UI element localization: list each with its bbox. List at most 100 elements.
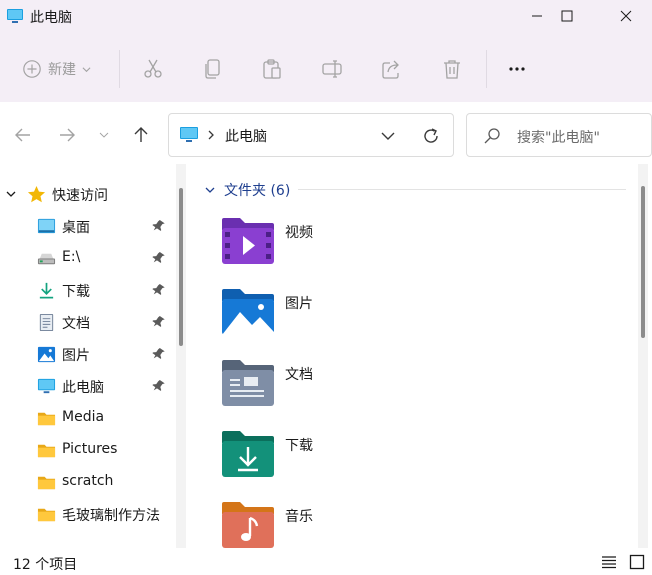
sidebar-item-label: 文档 [62, 316, 90, 332]
navigation-bar: 此电脑 搜索"此电脑" [0, 102, 652, 164]
folder-label: 文档 [285, 367, 313, 383]
minimize-icon [532, 15, 542, 17]
sidebar-item-this-pc[interactable]: 此电脑 [0, 370, 172, 402]
rename-button[interactable] [315, 52, 349, 86]
music-folder-icon [222, 502, 274, 548]
copy-icon [205, 59, 220, 79]
pictures-folder-icon [222, 289, 274, 335]
download-icon [39, 282, 54, 299]
rename-icon [322, 60, 342, 78]
folder-label: 视频 [285, 225, 313, 241]
sidebar-item-drive-e[interactable]: E:\ [0, 242, 172, 274]
pin-icon[interactable] [151, 251, 165, 265]
arrow-up-icon [134, 127, 148, 142]
sidebar-item-documents[interactable]: 文档 [0, 306, 172, 338]
close-icon [620, 10, 632, 22]
new-button-label: 新建 [48, 62, 76, 78]
paste-icon [263, 59, 281, 79]
copy-button[interactable] [195, 52, 229, 86]
search-box[interactable]: 搜索"此电脑" [466, 113, 652, 157]
folder-tile-music[interactable]: 音乐 [220, 500, 540, 548]
details-view-icon[interactable] [601, 554, 617, 570]
chevron-down-icon [205, 187, 215, 193]
window-title: 此电脑 [30, 10, 72, 26]
folder-tile-downloads[interactable]: 下载 [220, 429, 540, 489]
pin-icon[interactable] [151, 347, 165, 361]
sidebar-item-desktop[interactable]: 桌面 [0, 210, 172, 242]
pin-icon[interactable] [151, 219, 165, 233]
sidebar-item-scratch[interactable]: scratch [0, 466, 172, 498]
star-icon [27, 185, 46, 203]
sidebar-scrollbar[interactable] [176, 164, 186, 548]
refresh-icon[interactable] [421, 126, 441, 146]
content-pane: 文件夹 (6) 视频 图片 文档 下载 音乐 [190, 164, 652, 548]
more-button[interactable] [500, 52, 534, 86]
content-scrollbar[interactable] [638, 164, 648, 548]
chevron-down-icon[interactable] [5, 188, 17, 200]
pin-icon[interactable] [151, 283, 165, 297]
chevron-right-icon [208, 130, 214, 140]
sidebar-item-quick-access[interactable]: 快速访问 [0, 178, 172, 210]
pin-icon[interactable] [151, 379, 165, 393]
title-bar[interactable]: 此电脑 [0, 0, 652, 32]
group-label: 文件夹 (6) [224, 183, 291, 199]
folders-group-header[interactable]: 文件夹 (6) [204, 180, 290, 200]
folder-icon [37, 444, 56, 458]
toolbar-divider [119, 50, 120, 88]
cut-icon [144, 59, 162, 78]
sidebar-item-label: 图片 [62, 348, 90, 364]
forward-button[interactable] [52, 120, 82, 150]
search-icon [484, 128, 500, 144]
new-button[interactable]: 新建 [16, 52, 106, 86]
address-path: 此电脑 [225, 129, 267, 145]
back-button[interactable] [8, 120, 38, 150]
plus-circle-icon [23, 60, 41, 78]
share-button[interactable] [375, 52, 409, 86]
folder-icon [37, 412, 56, 426]
status-bar: 12 个项目 [0, 548, 652, 575]
delete-button[interactable] [435, 52, 469, 86]
sidebar-item-label: Pictures [62, 441, 118, 457]
maximize-button[interactable] [544, 0, 590, 32]
paste-button[interactable] [255, 52, 289, 86]
more-icon [509, 67, 525, 71]
folder-label: 图片 [285, 296, 313, 312]
videos-folder-icon [222, 218, 274, 264]
folder-icon [37, 508, 56, 522]
window-chrome: 此电脑 新建 [0, 0, 652, 102]
sidebar-item-label: 桌面 [62, 220, 90, 236]
sidebar-item-glass-method[interactable]: 毛玻璃制作方法 [0, 498, 172, 530]
recent-locations-button[interactable] [92, 120, 116, 150]
pin-icon[interactable] [151, 315, 165, 329]
search-placeholder: 搜索"此电脑" [517, 130, 600, 146]
cut-button[interactable] [136, 52, 170, 86]
sidebar-item-media[interactable]: Media [0, 402, 172, 434]
address-bar[interactable]: 此电脑 [168, 113, 454, 157]
chevron-down-icon [82, 66, 91, 72]
sidebar-item-label: 毛玻璃制作方法 [62, 508, 160, 524]
sidebar-item-pictures[interactable]: 图片 [0, 338, 172, 370]
scrollbar-thumb[interactable] [641, 186, 645, 338]
chevron-down-icon[interactable] [379, 127, 397, 145]
folder-label: 音乐 [285, 509, 313, 525]
sidebar-item-downloads[interactable]: 下载 [0, 274, 172, 306]
downloads-folder-icon [222, 431, 274, 477]
chevron-down-icon [99, 132, 109, 138]
this-pc-icon [7, 9, 23, 23]
group-divider [298, 189, 626, 190]
arrow-left-icon [15, 128, 30, 142]
folder-tile-documents[interactable]: 文档 [220, 358, 540, 418]
folder-tile-videos[interactable]: 视频 [220, 216, 540, 276]
sidebar-item-label: E:\ [62, 249, 81, 265]
toolbar-divider [486, 50, 487, 88]
file-explorer-window: 此电脑 新建 此电脑 搜索"此电脑" 快速访问 桌面 E:\ 下载 文档 图片 … [0, 0, 652, 575]
sidebar-item-pictures-folder[interactable]: Pictures [0, 434, 172, 466]
scrollbar-thumb[interactable] [179, 188, 183, 346]
close-button[interactable] [603, 0, 649, 32]
folder-label: 下载 [285, 438, 313, 454]
folder-tile-pictures[interactable]: 图片 [220, 287, 540, 347]
sidebar-item-label: 下载 [62, 284, 90, 300]
large-icons-view-icon[interactable] [629, 554, 645, 570]
up-button[interactable] [126, 120, 156, 150]
sidebar-item-label: Media [62, 409, 105, 425]
